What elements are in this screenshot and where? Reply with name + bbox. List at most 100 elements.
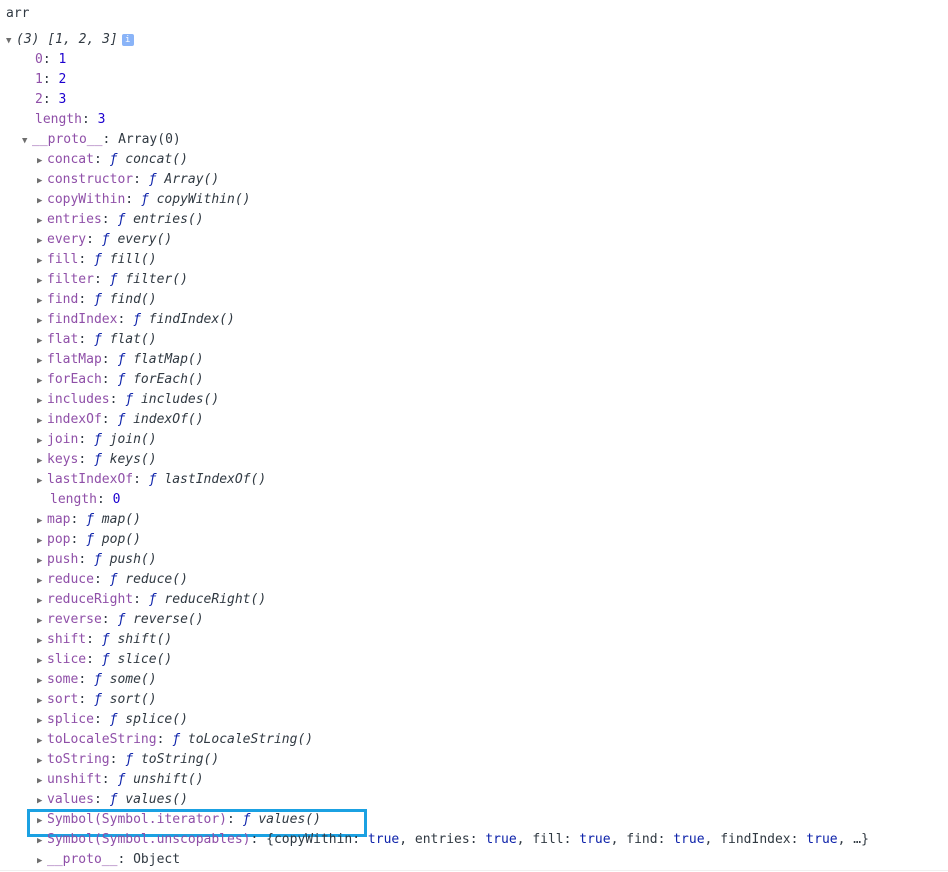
method-row[interactable]: ▶ forEach: ƒ forEach() [37, 370, 204, 390]
method-row[interactable]: ▶ constructor: ƒ Array() [37, 170, 219, 190]
expand-right-icon[interactable]: ▶ [37, 831, 47, 851]
method-fn: copyWithin() [156, 192, 251, 207]
expand-right-icon[interactable]: ▶ [37, 151, 47, 171]
expand-right-icon[interactable]: ▶ [37, 191, 47, 211]
function-icon: ƒ [148, 472, 157, 487]
expand-right-icon[interactable]: ▶ [37, 571, 47, 591]
method-row[interactable]: ▶ find: ƒ find() [37, 290, 157, 310]
expand-right-icon[interactable]: ▶ [37, 511, 47, 531]
element-value: 2 [58, 72, 67, 87]
function-icon: ƒ [93, 452, 102, 467]
proto-row[interactable]: ▼ __proto__: Array(0) [22, 130, 181, 150]
method-row[interactable]: ▶ findIndex: ƒ findIndex() [37, 310, 235, 330]
method-row[interactable]: ▶ flatMap: ƒ flatMap() [37, 350, 204, 370]
expand-right-icon[interactable]: ▶ [37, 311, 47, 331]
method-row[interactable]: ▶ reduceRight: ƒ reduceRight() [37, 590, 266, 610]
expand-right-icon[interactable]: ▶ [37, 711, 47, 731]
method-fn: join() [109, 432, 157, 447]
expand-right-icon[interactable]: ▶ [37, 231, 47, 251]
element-value: 3 [58, 92, 67, 107]
expand-right-icon[interactable]: ▶ [37, 671, 47, 691]
method-row[interactable]: ▶ sort: ƒ sort() [37, 690, 157, 710]
method-row[interactable]: ▶ indexOf: ƒ indexOf() [37, 410, 204, 430]
method-row[interactable]: ▶ unshift: ƒ unshift() [37, 770, 204, 790]
expand-right-icon[interactable]: ▶ [37, 171, 47, 191]
function-icon: ƒ [93, 332, 102, 347]
expand-down-icon[interactable]: ▼ [6, 31, 16, 51]
method-row[interactable]: ▶ keys: ƒ keys() [37, 450, 157, 470]
method-fn: concat() [125, 152, 188, 167]
method-row[interactable]: ▶ flat: ƒ flat() [37, 330, 157, 350]
expand-right-icon[interactable]: ▶ [37, 591, 47, 611]
method-row[interactable]: ▶ includes: ƒ includes() [37, 390, 219, 410]
method-row[interactable]: ▶ every: ƒ every() [37, 230, 172, 250]
expand-right-icon[interactable]: ▶ [37, 531, 47, 551]
method-row[interactable]: ▶ reduce: ƒ reduce() [37, 570, 188, 590]
method-fn: reverse() [133, 612, 204, 627]
method-fn: fill() [109, 252, 157, 267]
method-row[interactable]: ▶ concat: ƒ concat() [37, 150, 188, 170]
property-row: length: 0 [50, 492, 121, 507]
expand-right-icon[interactable]: ▶ [37, 411, 47, 431]
method-row[interactable]: ▶ slice: ƒ slice() [37, 650, 172, 670]
expand-right-icon[interactable]: ▶ [37, 451, 47, 471]
expand-right-icon[interactable]: ▶ [37, 371, 47, 391]
expand-right-icon[interactable]: ▶ [37, 271, 47, 291]
expand-right-icon[interactable]: ▶ [37, 471, 47, 491]
method-row[interactable]: ▶ shift: ƒ shift() [37, 630, 172, 650]
expand-right-icon[interactable]: ▶ [37, 851, 47, 871]
method-row[interactable]: ▶ pop: ƒ pop() [37, 530, 141, 550]
expand-right-icon[interactable]: ▶ [37, 611, 47, 631]
expand-down-icon[interactable]: ▼ [22, 131, 32, 151]
method-fn: values() [125, 792, 188, 807]
method-key: keys [47, 452, 79, 467]
method-row[interactable]: ▶ filter: ƒ filter() [37, 270, 188, 290]
method-key: toLocaleString [47, 732, 157, 747]
method-row[interactable]: ▶ lastIndexOf: ƒ lastIndexOf() [37, 470, 266, 490]
method-fn: every() [117, 232, 173, 247]
expand-right-icon[interactable]: ▶ [37, 691, 47, 711]
method-row[interactable]: ▶ map: ƒ map() [37, 510, 141, 530]
method-key: push [47, 552, 79, 567]
proto-object-row[interactable]: ▶ __proto__: Object [37, 850, 180, 870]
function-icon: ƒ [125, 752, 134, 767]
method-key: flatMap [47, 352, 102, 367]
method-fn: splice() [125, 712, 188, 727]
method-row[interactable]: ▶ toString: ƒ toString() [37, 750, 219, 770]
method-row[interactable]: ▶ values: ƒ values() [37, 790, 188, 810]
expand-right-icon[interactable]: ▶ [37, 751, 47, 771]
function-icon: ƒ [117, 372, 126, 387]
method-row[interactable]: ▶ fill: ƒ fill() [37, 250, 157, 270]
method-fn: pop() [101, 532, 141, 547]
method-key: includes [47, 392, 110, 407]
expand-right-icon[interactable]: ▶ [37, 251, 47, 271]
array-summary[interactable]: ▼ (3) [1, 2, 3] i [6, 30, 134, 50]
unscopable-entry-key: find [626, 832, 658, 847]
expand-right-icon[interactable]: ▶ [37, 651, 47, 671]
method-row[interactable]: ▶ reverse: ƒ reverse() [37, 610, 204, 630]
method-row[interactable]: ▶ join: ƒ join() [37, 430, 157, 450]
expand-right-icon[interactable]: ▶ [37, 431, 47, 451]
method-row[interactable]: ▶ copyWithin: ƒ copyWithin() [37, 190, 251, 210]
expand-right-icon[interactable]: ▶ [37, 331, 47, 351]
expand-right-icon[interactable]: ▶ [37, 771, 47, 791]
expand-right-icon[interactable]: ▶ [37, 291, 47, 311]
expand-right-icon[interactable]: ▶ [37, 791, 47, 811]
expand-right-icon[interactable]: ▶ [37, 351, 47, 371]
expand-right-icon[interactable]: ▶ [37, 211, 47, 231]
expand-right-icon[interactable]: ▶ [37, 731, 47, 751]
divider [0, 870, 948, 871]
expand-right-icon[interactable]: ▶ [37, 551, 47, 571]
expand-right-icon[interactable]: ▶ [37, 391, 47, 411]
method-fn: unshift() [133, 772, 204, 787]
method-row[interactable]: ▶ push: ƒ push() [37, 550, 157, 570]
method-fn: some() [109, 672, 157, 687]
unscopables-row[interactable]: ▶ Symbol(Symbol.unscopables): {copyWithin… [37, 830, 869, 850]
info-icon[interactable]: i [121, 34, 134, 46]
method-row[interactable]: ▶ some: ƒ some() [37, 670, 157, 690]
method-row[interactable]: ▶ entries: ƒ entries() [37, 210, 204, 230]
expand-right-icon[interactable]: ▶ [37, 631, 47, 651]
method-row[interactable]: ▶ splice: ƒ splice() [37, 710, 188, 730]
element-key: 2 [35, 92, 43, 107]
method-row[interactable]: ▶ toLocaleString: ƒ toLocaleString() [37, 730, 313, 750]
